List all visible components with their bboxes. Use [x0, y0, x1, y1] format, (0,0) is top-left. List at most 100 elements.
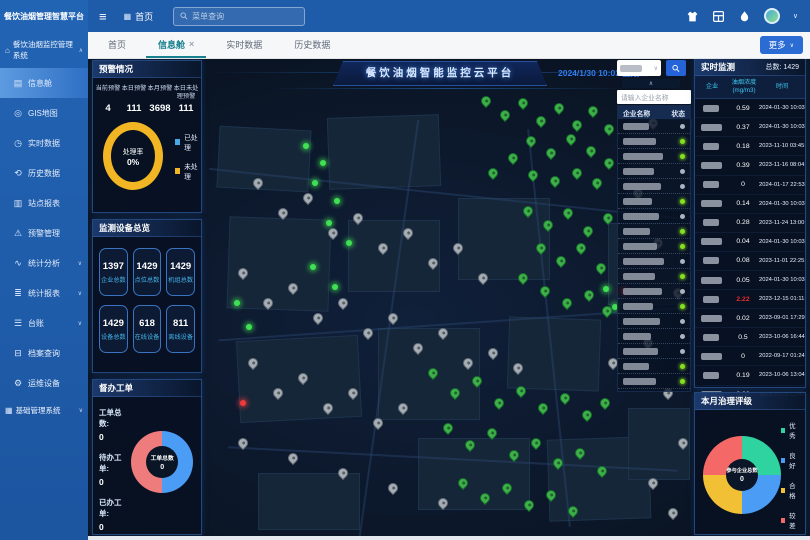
green-dot-icon[interactable] [303, 143, 309, 149]
green-pin-icon[interactable] [602, 122, 616, 136]
green-pin-icon[interactable] [598, 396, 612, 410]
close-icon[interactable]: × [189, 39, 194, 49]
sidebar-group-0[interactable]: ⌂餐饮油烟监控管理系统∧ [0, 32, 88, 68]
green-pin-icon[interactable] [552, 101, 566, 115]
green-pin-icon[interactable] [548, 174, 562, 188]
realtime-row[interactable]: 0.082023-11-01 22:25:00 [695, 252, 805, 271]
green-dot-icon[interactable] [246, 324, 252, 330]
sidebar-item-dashboard[interactable]: ▤信息舱 [0, 68, 88, 98]
green-pin-icon[interactable] [536, 401, 550, 415]
gray-pin-icon[interactable] [311, 311, 325, 325]
enterprise-row[interactable] [618, 224, 690, 239]
enterprise-row[interactable] [618, 119, 690, 134]
realtime-row[interactable]: 0.392023-11-16 08:04:00 [695, 156, 805, 175]
sidebar-item-archive[interactable]: ⊟档案查询 [0, 338, 88, 368]
enterprise-row[interactable] [618, 179, 690, 194]
enterprise-row[interactable] [618, 314, 690, 329]
green-pin-icon[interactable] [492, 396, 506, 410]
enterprise-row[interactable] [618, 269, 690, 284]
tab-0[interactable]: 首页 [96, 32, 138, 58]
green-pin-icon[interactable] [602, 156, 616, 170]
sidebar-item-analysis[interactable]: ∿统计分析∨ [0, 248, 88, 278]
sidebar-item-device[interactable]: ⚙运维设备 [0, 368, 88, 398]
green-pin-icon[interactable] [486, 166, 500, 180]
green-pin-icon[interactable] [590, 176, 604, 190]
layout-grid-icon[interactable] [712, 10, 725, 23]
home-link[interactable]: ▦ 首页 [124, 10, 154, 23]
green-pin-icon[interactable] [581, 224, 595, 238]
sidebar-item-clock[interactable]: ◷实时数据 [0, 128, 88, 158]
realtime-row[interactable]: 0.372024-01-30 10:03:00 [695, 118, 805, 137]
sidebar-item-alert[interactable]: ⚠预警管理 [0, 218, 88, 248]
green-dot-icon[interactable] [326, 220, 332, 226]
enterprise-row[interactable] [618, 149, 690, 164]
green-pin-icon[interactable] [498, 108, 512, 122]
green-pin-icon[interactable] [538, 284, 552, 298]
sidebar-item-report[interactable]: ▥站点报表 [0, 188, 88, 218]
green-pin-icon[interactable] [506, 151, 520, 165]
realtime-row[interactable]: 0.192023-10-06 13:04:00 [695, 366, 805, 385]
enterprise-row[interactable] [618, 284, 690, 299]
realtime-row[interactable]: 2.222023-12-15 01:11:00 [695, 290, 805, 309]
green-pin-icon[interactable] [584, 144, 598, 158]
gray-pin-icon[interactable] [336, 296, 350, 310]
sidebar-item-stats-report[interactable]: ≣统计报表∨ [0, 278, 88, 308]
menu-search-input[interactable]: 菜单查询 [173, 7, 305, 26]
green-dot-icon[interactable] [603, 286, 609, 292]
enterprise-row[interactable] [618, 374, 690, 389]
avatar[interactable] [764, 8, 780, 24]
enterprise-select[interactable]: ∨ [617, 60, 661, 76]
realtime-row[interactable]: 0.182023-11-10 03:45:00 [695, 137, 805, 156]
gray-pin-icon[interactable] [666, 506, 680, 520]
enterprise-row[interactable] [618, 299, 690, 314]
green-dot-icon[interactable] [310, 264, 316, 270]
green-pin-icon[interactable] [534, 114, 548, 128]
green-dot-icon[interactable] [320, 160, 326, 166]
green-dot-icon[interactable] [346, 240, 352, 246]
enterprise-row[interactable] [618, 194, 690, 209]
enterprise-row[interactable] [618, 239, 690, 254]
enterprise-row[interactable] [618, 254, 690, 269]
theme-icon[interactable] [686, 10, 699, 23]
enterprise-row[interactable] [618, 209, 690, 224]
green-pin-icon[interactable] [524, 134, 538, 148]
realtime-row[interactable]: 0.592024-01-30 10:03:00 [695, 99, 805, 118]
realtime-row[interactable]: 0.282023-11-24 13:00:00 [695, 214, 805, 233]
green-pin-icon[interactable] [580, 408, 594, 422]
realtime-row[interactable]: 0.142024-01-30 10:03:00 [695, 195, 805, 214]
green-pin-icon[interactable] [570, 118, 584, 132]
green-dot-icon[interactable] [234, 300, 240, 306]
realtime-row[interactable]: 02024-01-17 22:53:00 [695, 176, 805, 195]
green-dot-icon[interactable] [334, 198, 340, 204]
green-pin-icon[interactable] [586, 104, 600, 118]
sidebar-item-history[interactable]: ⟲历史数据 [0, 158, 88, 188]
realtime-row[interactable]: 02022-09-17 01:24:00 [695, 347, 805, 366]
green-pin-icon[interactable] [570, 166, 584, 180]
enterprise-name-input[interactable]: 请输入企业名称 [617, 90, 691, 104]
green-pin-icon[interactable] [574, 241, 588, 255]
green-pin-icon[interactable] [544, 146, 558, 160]
flame-icon[interactable] [738, 10, 751, 23]
sidebar-item-map[interactable]: ◎GIS地图 [0, 98, 88, 128]
chevron-down-icon[interactable]: ∨ [793, 12, 798, 20]
collapse-list-button[interactable]: ∧ [622, 79, 680, 88]
enterprise-row[interactable] [618, 164, 690, 179]
enterprise-row[interactable] [618, 344, 690, 359]
tab-3[interactable]: 历史数据 [282, 32, 342, 58]
green-pin-icon[interactable] [529, 436, 543, 450]
realtime-row[interactable]: 0.022023-09-01 17:29:00 [695, 309, 805, 328]
green-pin-icon[interactable] [564, 132, 578, 146]
gray-pin-icon[interactable] [301, 191, 315, 205]
sidebar-group-1[interactable]: ▦基础管理系统∨ [0, 398, 88, 423]
green-pin-icon[interactable] [479, 94, 493, 108]
enterprise-row[interactable] [618, 359, 690, 374]
more-button[interactable]: 更多 ∨ [760, 36, 803, 54]
tab-2[interactable]: 实时数据 [214, 32, 274, 58]
green-pin-icon[interactable] [554, 254, 568, 268]
green-pin-icon[interactable] [516, 96, 530, 110]
gray-pin-icon[interactable] [486, 346, 500, 360]
gray-pin-icon[interactable] [286, 451, 300, 465]
green-pin-icon[interactable] [558, 391, 572, 405]
enterprise-search-button[interactable] [666, 60, 686, 76]
enterprise-row[interactable] [618, 134, 690, 149]
